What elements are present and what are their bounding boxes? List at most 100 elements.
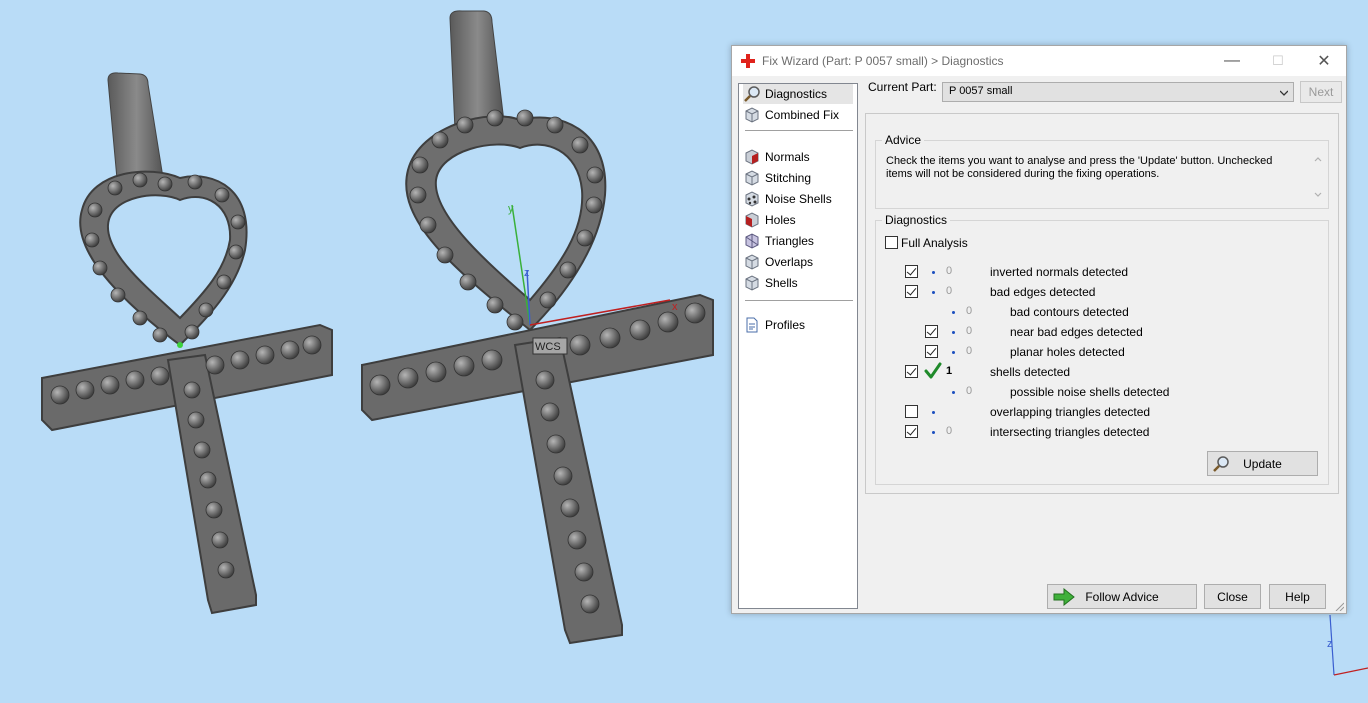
- cube-icon: [745, 107, 759, 123]
- planar-holes-count: 0: [966, 345, 973, 357]
- red-cross-icon: [741, 54, 755, 68]
- advice-title: Advice: [882, 133, 925, 147]
- diagnostics-group: Diagnostics Full Analysis 0 inverted nor…: [875, 213, 1329, 485]
- status-dot: [952, 311, 955, 314]
- maximize-icon: ☐: [1272, 53, 1284, 68]
- planar-holes-label: planar holes detected: [1010, 345, 1125, 359]
- nav-item-label: Shells: [765, 276, 798, 290]
- help-button[interactable]: Help: [1269, 584, 1326, 609]
- noise-shells-label: possible noise shells detected: [1010, 385, 1170, 399]
- bad-contours-count: 0: [966, 305, 973, 317]
- nav-item-diagnostics[interactable]: Diagnostics: [743, 84, 853, 104]
- overlapping-triangles-checkbox[interactable]: [905, 405, 918, 418]
- shells-checkbox[interactable]: [905, 365, 918, 378]
- noise-shells-icon: [745, 191, 759, 207]
- minimize-icon: —: [1224, 52, 1240, 69]
- diagnostics-title: Diagnostics: [882, 213, 951, 227]
- shells-cube-icon: [745, 275, 759, 291]
- axis-z-label: z: [524, 267, 530, 279]
- diagnostics-panel: Advice Check the items you want to analy…: [865, 113, 1339, 494]
- intersecting-triangles-count: 0: [946, 425, 953, 437]
- follow-advice-button[interactable]: Follow Advice: [1047, 584, 1197, 609]
- nav-item-label: Diagnostics: [765, 87, 828, 101]
- corner-axis-indicator: z: [1327, 614, 1368, 676]
- nav-item-shells[interactable]: Shells: [743, 273, 853, 293]
- close-window-button[interactable]: ✕: [1301, 46, 1347, 76]
- close-button[interactable]: Close: [1204, 584, 1261, 609]
- overlaps-cube-icon: [745, 254, 759, 270]
- shells-label: shells detected: [990, 365, 1071, 379]
- nav-item-overlaps[interactable]: Overlaps: [743, 252, 853, 272]
- close-button-label: Close: [1217, 589, 1248, 604]
- close-icon: ✕: [1317, 53, 1331, 70]
- inverted-normals-count: 0: [946, 265, 953, 277]
- next-button-label: Next: [1308, 85, 1334, 99]
- nav-item-profiles[interactable]: Profiles: [743, 315, 853, 335]
- near-bad-edges-checkbox[interactable]: [925, 325, 938, 338]
- nav-item-holes[interactable]: Holes: [743, 210, 853, 230]
- status-dot: [952, 391, 955, 394]
- ankh-model-left[interactable]: [41, 72, 333, 615]
- window-title: Fix Wizard (Part: P 0057 small) > Diagno…: [762, 54, 1004, 68]
- follow-advice-label: Follow Advice: [1085, 589, 1159, 604]
- status-dot: [952, 351, 955, 354]
- nav-item-combined-fix[interactable]: Combined Fix: [743, 105, 853, 125]
- overlapping-triangles-label: overlapping triangles detected: [990, 405, 1151, 419]
- green-arrow-icon: [1053, 588, 1075, 606]
- nav-item-noise-shells[interactable]: Noise Shells: [743, 189, 853, 209]
- full-analysis-label: Full Analysis: [901, 236, 968, 250]
- resize-grip-icon[interactable]: [1334, 601, 1344, 611]
- ankh-model-right[interactable]: [361, 10, 714, 645]
- bad-edges-label: bad edges detected: [990, 285, 1096, 299]
- triangles-cube-icon: [745, 233, 759, 249]
- status-dot: [932, 411, 935, 414]
- next-button[interactable]: Next: [1300, 81, 1342, 103]
- stitching-cube-icon: [745, 170, 759, 186]
- advice-scrollbar[interactable]: [1312, 155, 1324, 199]
- nav-separator: [745, 300, 853, 301]
- nav-item-normals[interactable]: Normals: [743, 147, 853, 167]
- nav-item-label: Holes: [765, 213, 796, 227]
- nav-item-stitching[interactable]: Stitching: [743, 168, 853, 188]
- status-dot: [932, 271, 935, 274]
- nav-item-label: Noise Shells: [765, 192, 832, 206]
- maximize-button[interactable]: ☐: [1255, 46, 1301, 76]
- noise-shells-count: 0: [966, 385, 973, 397]
- planar-holes-checkbox[interactable]: [925, 345, 938, 358]
- update-button[interactable]: Update: [1207, 451, 1318, 476]
- status-dot: [932, 291, 935, 294]
- status-dot: [952, 331, 955, 334]
- nav-item-label: Normals: [765, 150, 810, 164]
- advice-group: Advice Check the items you want to analy…: [875, 133, 1329, 209]
- bad-contours-label: bad contours detected: [1010, 305, 1129, 319]
- intersecting-triangles-checkbox[interactable]: [905, 425, 918, 438]
- bad-edges-count: 0: [946, 285, 953, 297]
- magnifier-icon: [1213, 456, 1229, 472]
- nav-item-triangles[interactable]: Triangles: [743, 231, 853, 251]
- corner-axis-z-label: z: [1327, 638, 1333, 650]
- fix-wizard-dialog[interactable]: Fix Wizard (Part: P 0057 small) > Diagno…: [731, 45, 1347, 614]
- holes-cube-icon: [745, 212, 759, 228]
- inverted-normals-label: inverted normals detected: [990, 265, 1129, 279]
- current-part-label: Current Part:: [868, 80, 937, 94]
- document-icon: [746, 317, 758, 333]
- pivot-point-marker: [177, 342, 183, 348]
- nav-item-label: Stitching: [765, 171, 812, 185]
- bad-edges-checkbox[interactable]: [905, 285, 918, 298]
- chevron-down-icon: [1280, 90, 1288, 96]
- titlebar[interactable]: Fix Wizard (Part: P 0057 small) > Diagno…: [732, 46, 1346, 76]
- nav-separator: [745, 130, 853, 131]
- status-dot: [932, 431, 935, 434]
- intersecting-triangles-label: intersecting triangles detected: [990, 425, 1150, 439]
- inverted-normals-checkbox[interactable]: [905, 265, 918, 278]
- nav-item-label: Profiles: [765, 318, 806, 332]
- update-button-label: Update: [1243, 456, 1282, 471]
- magnifier-icon: [744, 86, 760, 102]
- near-bad-edges-count: 0: [966, 325, 973, 337]
- wizard-navigation: Diagnostics Combined Fix Normals Stitchi…: [738, 83, 858, 609]
- axis-x-label: x: [672, 301, 678, 313]
- full-analysis-checkbox[interactable]: [885, 236, 898, 249]
- current-part-select[interactable]: P 0057 small: [942, 82, 1294, 102]
- axis-y-label: y: [508, 203, 514, 215]
- minimize-button[interactable]: —: [1209, 46, 1255, 76]
